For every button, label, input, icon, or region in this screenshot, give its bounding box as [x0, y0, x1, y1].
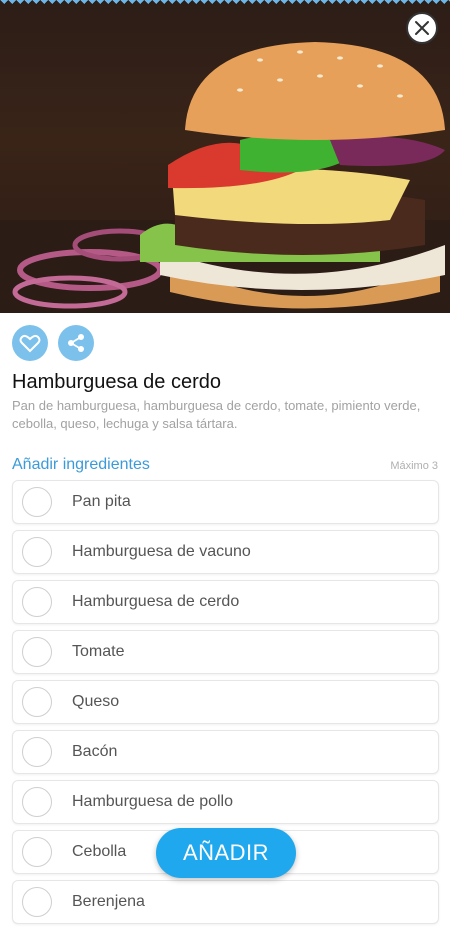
- ingredient-option[interactable]: Bacón: [12, 730, 439, 774]
- close-button[interactable]: [406, 12, 438, 44]
- radio-button[interactable]: [22, 637, 52, 667]
- product-details: Hamburguesa de cerdo Pan de hamburguesa,…: [0, 313, 450, 924]
- radio-button[interactable]: [22, 737, 52, 767]
- radio-button[interactable]: [22, 887, 52, 917]
- max-ingredients-label: Máximo 3: [390, 460, 438, 472]
- radio-button[interactable]: [22, 837, 52, 867]
- favorite-button[interactable]: [12, 325, 48, 361]
- ingredient-label: Tomate: [72, 643, 125, 660]
- product-title: Hamburguesa de cerdo: [12, 371, 222, 393]
- product-description: Pan de hamburguesa, hamburguesa de cerdo…: [12, 398, 421, 431]
- ingredient-option[interactable]: Berenjena: [12, 880, 439, 924]
- share-button[interactable]: [58, 325, 94, 361]
- ingredient-option[interactable]: Queso: [12, 680, 439, 724]
- ingredient-label: Cebolla: [72, 843, 127, 860]
- close-icon: [415, 21, 429, 35]
- share-icon: [68, 334, 84, 352]
- zigzag-border: [0, 0, 450, 8]
- radio-button[interactable]: [22, 487, 52, 517]
- ingredient-label: Hamburguesa de vacuno: [72, 543, 251, 560]
- ingredient-option[interactable]: Hamburguesa de pollo: [12, 780, 439, 824]
- ingredient-label: Bacón: [72, 743, 118, 760]
- radio-button[interactable]: [22, 687, 52, 717]
- ingredient-option[interactable]: Tomate: [12, 630, 439, 674]
- radio-button[interactable]: [22, 787, 52, 817]
- radio-button[interactable]: [22, 587, 52, 617]
- ingredient-label: Hamburguesa de cerdo: [72, 593, 240, 610]
- ingredient-option[interactable]: Hamburguesa de vacuno: [12, 530, 439, 574]
- product-image: [0, 0, 450, 313]
- ingredient-label: Hamburguesa de pollo: [72, 793, 233, 810]
- ingredient-label: Queso: [72, 693, 120, 710]
- heart-icon: [19, 334, 41, 353]
- burger-illustration: [0, 42, 450, 313]
- add-button[interactable]: AÑADIR: [156, 828, 296, 878]
- radio-button[interactable]: [22, 537, 52, 567]
- ingredient-option[interactable]: Pan pita: [12, 480, 439, 524]
- ingredient-label: Berenjena: [72, 893, 145, 910]
- ingredient-option[interactable]: Hamburguesa de cerdo: [12, 580, 439, 624]
- add-ingredients-heading: Añadir ingredientes: [12, 456, 150, 473]
- ingredient-label: Pan pita: [72, 493, 131, 510]
- action-bar: [12, 325, 94, 361]
